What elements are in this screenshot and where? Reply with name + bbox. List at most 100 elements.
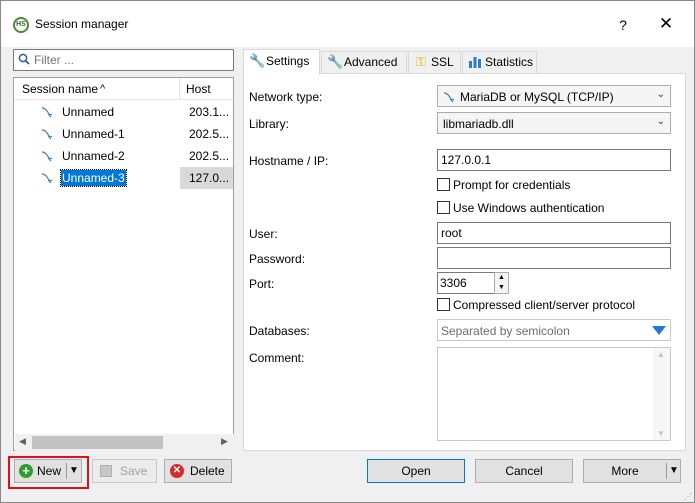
windows-auth-label: Use Windows authentication: [453, 201, 605, 215]
column-session-name[interactable]: Session name: [14, 78, 180, 100]
save-button[interactable]: Save: [92, 459, 157, 483]
filter-box[interactable]: [13, 49, 234, 71]
checkbox-box[interactable]: [437, 178, 450, 191]
prompt-credentials-label: Prompt for credentials: [453, 178, 571, 192]
library-label: Library:: [249, 117, 290, 131]
column-host[interactable]: Host: [181, 78, 233, 100]
library-value: libmariadb.dll: [443, 117, 514, 131]
session-row-selected[interactable]: Unnamed-3 127.0...: [14, 167, 233, 189]
horizontal-scrollbar[interactable]: ◀ ▶: [15, 434, 234, 451]
tab-statistics[interactable]: Statistics: [462, 51, 537, 73]
session-manager-window: HS Session manager ? ✕ Session name ^ Ho…: [0, 0, 695, 503]
session-host: 202.5...: [189, 149, 230, 163]
password-field[interactable]: [437, 247, 671, 269]
delete-button-label: Delete: [190, 464, 225, 478]
heidisql-app-icon: HS: [13, 17, 29, 33]
port-label: Port:: [249, 277, 275, 291]
chevron-down-icon[interactable]: ▼: [69, 460, 79, 482]
wrench-icon: 🔧: [249, 53, 266, 68]
chevron-down-icon: ⌄: [656, 116, 665, 127]
key-icon: ⚿: [416, 54, 426, 69]
tab-ssl[interactable]: ⚿ SSL: [408, 51, 461, 73]
session-row[interactable]: Unnamed-2 202.5...: [14, 145, 233, 167]
sort-ascending-icon: ^: [100, 83, 106, 95]
scroll-down-icon[interactable]: ▼: [657, 429, 665, 438]
more-button-label: More: [611, 464, 639, 478]
compressed-protocol-label: Compressed client/server protocol: [453, 298, 636, 312]
plus-icon: +: [19, 464, 33, 478]
open-button[interactable]: Open: [367, 459, 465, 483]
window-title: Session manager: [35, 17, 129, 31]
more-button[interactable]: More ▼: [583, 459, 681, 483]
port-field[interactable]: 3306: [437, 272, 495, 294]
tab-statistics-label: Statistics: [485, 55, 534, 69]
session-name: Unnamed-2: [62, 149, 125, 163]
tab-settings[interactable]: 🔧 Settings: [243, 49, 320, 75]
stepper-up-icon[interactable]: ▲: [498, 273, 505, 283]
mysql-dolphin-icon: [443, 92, 455, 103]
title-bar: HS Session manager ? ✕: [1, 1, 694, 47]
dropdown-triangle-icon[interactable]: [652, 326, 666, 335]
settings-panel: Network type: MariaDB or MySQL (TCP/IP) …: [243, 73, 686, 451]
vertical-scrollbar[interactable]: ▲ ▼: [653, 348, 670, 440]
checkbox-box[interactable]: [437, 201, 450, 214]
password-label: Password:: [249, 252, 306, 266]
scroll-left-icon[interactable]: ◀: [19, 436, 26, 447]
search-icon: [18, 53, 30, 65]
chevron-down-icon: ⌄: [656, 89, 665, 100]
new-button[interactable]: + New ▼: [14, 459, 82, 483]
stepper-down-icon[interactable]: ▼: [498, 283, 505, 293]
delete-icon: ✕: [170, 464, 184, 478]
split-separator: [666, 463, 667, 479]
network-type-label: Network type:: [249, 90, 323, 104]
tab-advanced-label: Advanced: [344, 55, 398, 69]
help-button[interactable]: ?: [613, 15, 633, 35]
session-host: 203.1...: [189, 105, 230, 119]
resize-grip-icon[interactable]: ⋰: [684, 492, 692, 501]
session-host: 202.5...: [189, 127, 230, 141]
mysql-dolphin-icon: [41, 151, 53, 162]
close-button[interactable]: ✕: [656, 14, 676, 34]
mysql-dolphin-icon: [41, 173, 53, 184]
session-tree[interactable]: Session name ^ Host Unnamed 203.1... Unn…: [13, 77, 234, 451]
session-name: Unnamed-3: [60, 169, 127, 187]
databases-label: Databases:: [249, 324, 310, 338]
checkbox-box[interactable]: [437, 298, 450, 311]
session-name: Unnamed: [62, 105, 115, 119]
tab-ssl-label: SSL: [431, 55, 454, 69]
comment-textarea[interactable]: ▲ ▼: [437, 347, 671, 441]
mysql-dolphin-icon: [41, 107, 53, 118]
scroll-thumb[interactable]: [32, 436, 163, 449]
new-button-label: New: [37, 464, 62, 478]
tab-settings-label: Settings: [266, 54, 310, 68]
network-type-select[interactable]: MariaDB or MySQL (TCP/IP) ⌄: [437, 85, 671, 107]
scroll-up-icon[interactable]: ▲: [657, 350, 665, 359]
library-select[interactable]: libmariadb.dll ⌄: [437, 112, 671, 134]
chevron-down-icon[interactable]: ▼: [669, 460, 679, 482]
session-row[interactable]: Unnamed 203.1...: [14, 101, 233, 123]
user-field[interactable]: root: [437, 222, 671, 244]
comment-label: Comment:: [249, 351, 305, 365]
cancel-button[interactable]: Cancel: [475, 459, 573, 483]
scroll-right-icon[interactable]: ▶: [221, 436, 228, 447]
split-separator: [66, 463, 67, 479]
wrench-orange-icon: 🔧: [327, 54, 344, 69]
user-label: User:: [249, 227, 278, 241]
databases-placeholder: Separated by semicolon: [441, 324, 570, 338]
session-row[interactable]: Unnamed-1 202.5...: [14, 123, 233, 145]
column-session-name-label: Session name: [22, 82, 99, 96]
hostname-label: Hostname / IP:: [249, 154, 329, 168]
mysql-dolphin-icon: [41, 129, 53, 140]
disk-icon: [100, 465, 112, 477]
filter-input[interactable]: [34, 52, 229, 68]
delete-button[interactable]: ✕ Delete: [164, 459, 232, 483]
port-stepper[interactable]: ▲ ▼: [494, 272, 509, 294]
bar-chart-icon: [469, 57, 481, 68]
hostname-field[interactable]: 127.0.0.1: [437, 149, 671, 171]
session-name: Unnamed-1: [62, 127, 125, 141]
session-host: 127.0...: [189, 171, 230, 185]
save-button-label: Save: [120, 464, 148, 478]
network-type-value: MariaDB or MySQL (TCP/IP): [460, 90, 614, 104]
databases-select[interactable]: Separated by semicolon: [437, 319, 671, 341]
tab-advanced[interactable]: 🔧 Advanced: [321, 51, 407, 73]
